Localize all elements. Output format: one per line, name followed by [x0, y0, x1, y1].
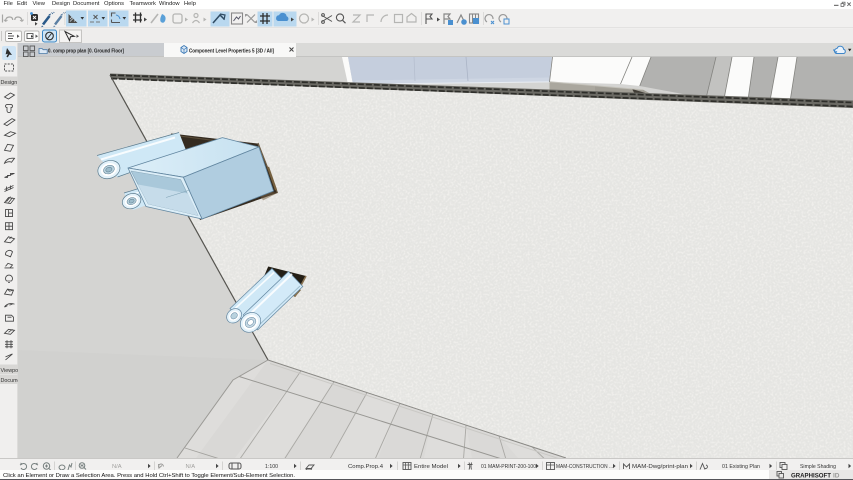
svg-text:0. comp prop plan [0. Ground F: 0. comp prop plan [0. Ground Floor]: [48, 49, 124, 55]
svg-text:Design: Design: [1, 80, 18, 86]
svg-text:Docume: Docume: [1, 378, 19, 384]
svg-text:Component Level Properties 5 [: Component Level Properties 5 [3D / All]: [189, 49, 274, 55]
svg-text:Viewpoi: Viewpoi: [1, 368, 19, 374]
svg-text:Click an Element or Draw a Sel: Click an Element or Draw a Selection Are…: [3, 473, 295, 479]
svg-text:GRAPHISOFT: GRAPHISOFT: [791, 473, 831, 480]
svg-text:ID: ID: [833, 473, 840, 480]
